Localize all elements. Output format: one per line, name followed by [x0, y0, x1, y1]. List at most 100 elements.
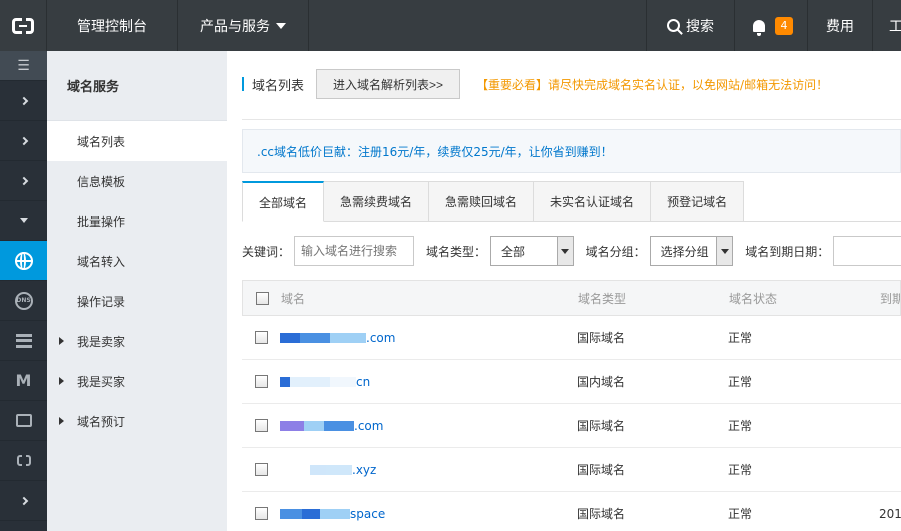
row-checkbox[interactable] — [254, 375, 268, 388]
dns-product-button[interactable]: DNS — [0, 281, 47, 321]
server-icon — [15, 333, 32, 348]
row-checkbox[interactable] — [254, 419, 268, 432]
table-row: cn 国内域名 正常 — [242, 360, 901, 404]
tab-all-domains[interactable]: 全部域名 — [242, 181, 325, 222]
domain-service-sidebar: 域名服务 域名列表 信息模板 批量操作 域名转入 操作记录 我是卖家 我是买家 … — [47, 51, 227, 531]
triangle-right-icon — [59, 417, 64, 425]
sidebar-item-batch-ops[interactable]: 批量操作 — [47, 201, 227, 241]
tab-renew-urgent[interactable]: 急需续费域名 — [324, 181, 430, 222]
redacted-block — [280, 508, 302, 519]
tab-label: 全部域名 — [259, 195, 308, 210]
page-title: 域名列表 — [252, 78, 305, 94]
redacted-block — [310, 464, 326, 475]
expand-button-1[interactable] — [0, 81, 47, 121]
sidebar-group-preorder[interactable]: 域名预订 — [47, 401, 227, 441]
domain-name-link[interactable]: .com — [280, 316, 577, 359]
select-all-checkbox[interactable] — [255, 291, 269, 305]
realname-notice-link[interactable]: 【重要必看】请尽快完成域名实名认证，以免网站/邮箱无法访问！ — [476, 76, 828, 93]
main-content: 域名列表 进入域名解析列表>> 【重要必看】请尽快完成域名实名认证，以免网站/邮… — [227, 51, 901, 531]
search-label: 搜索 — [686, 18, 714, 35]
domain-group-select[interactable]: 选择分组 — [649, 236, 734, 266]
sidebar-group-buyer[interactable]: 我是买家 — [47, 361, 227, 401]
tab-redeem-urgent[interactable]: 急需赎回域名 — [429, 181, 535, 222]
domain-status-cell: 正常 — [728, 507, 753, 521]
sidebar-title: 域名服务 — [47, 51, 227, 121]
tab-unverified[interactable]: 未实名认证域名 — [534, 181, 652, 222]
notification-badge: 4 — [775, 16, 793, 35]
chevron-right-icon — [19, 176, 28, 185]
tab-preregistered[interactable]: 预登记域名 — [651, 181, 745, 222]
sidebar-item-op-log[interactable]: 操作记录 — [47, 281, 227, 321]
redacted-block — [280, 420, 304, 431]
expire-date-label: 域名到期日期： — [745, 244, 830, 259]
domain-status-cell: 正常 — [728, 419, 753, 433]
redacted-block — [326, 464, 352, 475]
sidebar-item-label: 批量操作 — [77, 214, 126, 229]
menu-icon: ☰ — [17, 57, 30, 74]
domain-type-cell: 国内域名 — [577, 375, 626, 389]
tab-label: 未实名认证域名 — [550, 195, 635, 209]
aliyun-logo-icon[interactable] — [0, 0, 47, 51]
redacted-block — [304, 420, 324, 431]
domain-group-value: 选择分组 — [660, 244, 709, 259]
header-date: 到期 — [880, 291, 900, 306]
triangle-right-icon — [59, 377, 64, 385]
table-row: .com 国际域名 正常 — [242, 404, 901, 448]
expand-button-3[interactable] — [0, 161, 47, 201]
domain-type-select[interactable]: 全部 — [490, 236, 574, 266]
sidebar-group-seller[interactable]: 我是卖家 — [47, 321, 227, 361]
caret-down-icon — [276, 22, 286, 29]
enter-dns-list-button[interactable]: 进入域名解析列表>> — [316, 69, 461, 99]
sidebar-item-transfer-in[interactable]: 域名转入 — [47, 241, 227, 281]
console-link[interactable]: 管理控制台 — [47, 0, 178, 51]
domain-product-button[interactable] — [0, 241, 47, 281]
row-checkbox[interactable] — [254, 507, 268, 520]
redacted-block — [280, 332, 300, 343]
sidebar-item-domain-list[interactable]: 域名列表 — [47, 121, 227, 161]
table-row: space 国际域名 正常 201 — [242, 492, 901, 531]
redacted-block — [330, 332, 366, 343]
chevron-right-icon — [19, 136, 28, 145]
search-button[interactable]: 搜索 — [646, 0, 735, 51]
tab-label: 急需续费域名 — [340, 195, 413, 209]
aliyun-bracket-icon — [16, 454, 31, 467]
keyword-search-input[interactable] — [294, 236, 415, 266]
domain-name-link[interactable]: cn — [280, 360, 577, 403]
console-label: 管理控制台 — [77, 18, 147, 35]
expire-date-input[interactable] — [833, 236, 901, 266]
sidebar-group-label: 我是卖家 — [77, 334, 126, 349]
sidebar-item-label: 域名列表 — [77, 134, 126, 149]
expand-button-4[interactable] — [0, 481, 47, 521]
domain-type-cell: 国际域名 — [577, 463, 626, 477]
sidebar-toggle-button[interactable]: ☰ — [0, 51, 47, 81]
hosting-product-button[interactable] — [0, 321, 47, 361]
ticket-menu[interactable]: 工 — [873, 0, 901, 51]
domain-suffix: .com — [354, 418, 384, 433]
domain-name-link[interactable]: .xyz — [280, 448, 577, 491]
search-icon — [667, 19, 680, 32]
website-product-button[interactable] — [0, 401, 47, 441]
sidebar-item-info-template[interactable]: 信息模板 — [47, 161, 227, 201]
row-checkbox[interactable] — [254, 463, 268, 476]
domain-name-link[interactable]: space — [280, 492, 577, 531]
fee-menu[interactable]: 费用 — [808, 0, 873, 51]
mail-product-button[interactable]: M — [0, 361, 47, 401]
domain-name-link[interactable]: .com — [280, 404, 577, 447]
row-checkbox[interactable] — [254, 331, 268, 344]
redacted-block — [320, 508, 350, 519]
select-arrow-icon — [716, 237, 733, 265]
expand-button-2[interactable] — [0, 121, 47, 161]
table-row: .xyz 国际域名 正常 — [242, 448, 901, 492]
m-logo-icon: M — [15, 371, 32, 390]
sidebar-item-label: 操作记录 — [77, 294, 126, 309]
promo-banner[interactable]: .cc域名低价巨献：注册16元/年，续费仅25元/年，让你省到赚到！ — [242, 129, 901, 173]
tab-label: 预登记域名 — [667, 195, 728, 209]
collapse-button[interactable] — [0, 201, 47, 241]
page-header: 域名列表 进入域名解析列表>> 【重要必看】请尽快完成域名实名认证，以免网站/邮… — [242, 69, 828, 99]
cloud-product-button[interactable] — [0, 441, 47, 481]
product-icon-sidebar: ☰ DNS M — [0, 51, 47, 531]
keyword-label: 关键词： — [242, 244, 291, 259]
products-menu[interactable]: 产品与服务 — [178, 0, 309, 51]
domain-suffix: .com — [366, 330, 396, 345]
notifications-button[interactable]: 4 — [735, 0, 808, 51]
